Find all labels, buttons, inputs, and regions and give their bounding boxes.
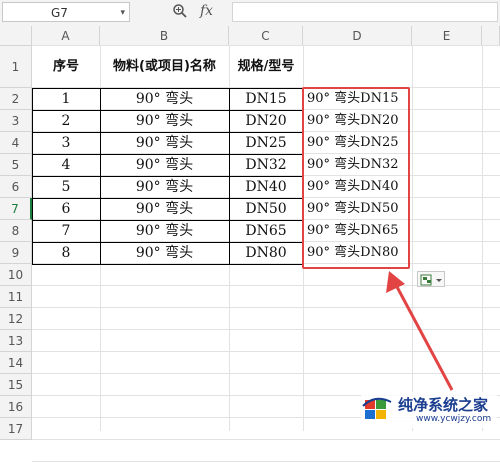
red-arrow: [386, 271, 454, 391]
watermark-url: www.ycwjzy.com: [416, 414, 492, 424]
watermark-title: 纯净系统之家: [398, 396, 489, 414]
